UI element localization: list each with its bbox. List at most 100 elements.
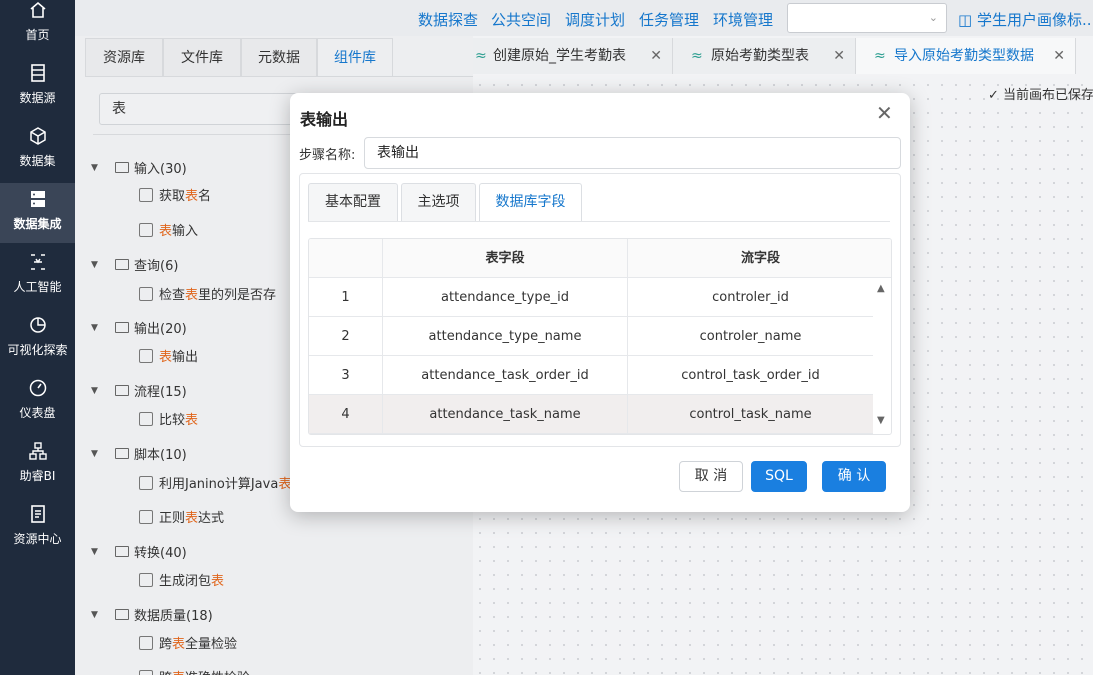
tree-leaf-text: 获取	[159, 189, 186, 204]
tree-leaf-text: 准确性检验	[185, 667, 250, 675]
tree-leaf[interactable]: 利用Janino计算Java 表	[139, 473, 291, 492]
cell-stream-field[interactable]: controler_id	[628, 278, 873, 317]
tab-main-options[interactable]: 主选项	[401, 183, 476, 222]
cell-stream-field[interactable]: controler_name	[628, 317, 873, 356]
tab-basic-config[interactable]: 基本配置	[308, 183, 398, 222]
search-highlight: 表	[185, 511, 199, 526]
caret-down-icon[interactable]: ▼	[91, 547, 105, 557]
editor-tab[interactable]: ≈ 创建原始_学生考勤表 ✕	[473, 38, 673, 74]
nav-item-bi[interactable]: 助睿BI	[0, 441, 75, 501]
tree-leaf-text: 正则	[159, 511, 186, 526]
nav-item-datasource[interactable]: 数据源	[0, 63, 75, 123]
cell-index: 2	[309, 317, 383, 356]
menu-schedule[interactable]: 调度计划	[565, 9, 625, 30]
tree-leaf[interactable]: 生成闭包 表	[139, 570, 224, 589]
scroll-up-icon[interactable]: ▲	[877, 283, 885, 294]
nav-item-home[interactable]: 首页	[0, 0, 75, 60]
nav-item-ai[interactable]: 人工智能	[0, 252, 75, 312]
database-icon	[30, 64, 45, 82]
confirm-button[interactable]: 确 认	[822, 461, 886, 492]
close-icon[interactable]: ✕	[1053, 38, 1065, 74]
tree-leaf[interactable]: 获取 表 名	[139, 185, 211, 204]
tab-file-library[interactable]: 文件库	[163, 38, 241, 76]
menu-data-explore[interactable]: 数据探查	[418, 9, 478, 30]
component-icon	[139, 286, 153, 301]
tree-leaf[interactable]: 正则 表 达式	[139, 507, 224, 526]
flow-icon: ≈	[475, 48, 487, 64]
step-name-input[interactable]: 表输出	[364, 137, 901, 169]
close-icon[interactable]: ✕	[650, 38, 662, 74]
nav-label: 人工智能	[13, 280, 62, 294]
caret-down-icon[interactable]: ▼	[91, 386, 105, 396]
cell-table-field[interactable]: attendance_task_order_id	[383, 356, 628, 395]
table-row[interactable]: 1 attendance_type_id controler_id	[309, 278, 873, 317]
menu-public-space[interactable]: 公共空间	[491, 9, 551, 30]
caret-down-icon[interactable]: ▼	[91, 449, 105, 459]
close-icon[interactable]: ✕	[833, 38, 845, 74]
sql-button[interactable]: SQL	[751, 461, 807, 492]
tree-leaf-text: 跨	[159, 667, 172, 675]
cell-stream-field[interactable]: control_task_order_id	[628, 356, 873, 395]
nav-item-resource-center[interactable]: 资源中心	[0, 504, 75, 564]
tree-group[interactable]: ▼ 流程(15)	[91, 381, 187, 400]
tab-component-library[interactable]: 组件库	[317, 38, 393, 76]
tree-leaf-text: 输出	[172, 350, 199, 365]
nav-item-data-integration[interactable]: 数据集成	[0, 183, 75, 243]
nav-item-dashboard[interactable]: 仪表盘	[0, 378, 75, 438]
search-highlight: 表	[172, 667, 185, 675]
tree-leaf-text: 全量检验	[185, 637, 238, 652]
tab-database-fields[interactable]: 数据库字段	[479, 183, 582, 222]
tree-leaf-text: 名	[198, 189, 212, 204]
tree-leaf[interactable]: 跨 表 准确性检验	[139, 667, 250, 675]
cell-stream-field[interactable]: control_task_name	[628, 395, 873, 434]
search-highlight: 表	[159, 350, 173, 365]
tree-group[interactable]: ▼ 输出(20)	[91, 318, 187, 337]
project-label[interactable]: ◫ 学生用户画像标...	[958, 9, 1093, 30]
pie-chart-icon	[29, 317, 46, 333]
tree-leaf[interactable]: 表 输入	[139, 220, 198, 239]
scroll-down-icon[interactable]: ▼	[877, 415, 885, 426]
cell-table-field[interactable]: attendance_task_name	[383, 395, 628, 434]
tree-leaf[interactable]: 表 输出	[139, 346, 198, 365]
caret-down-icon[interactable]: ▼	[91, 163, 105, 173]
component-icon	[139, 475, 153, 490]
table-row[interactable]: 3 attendance_task_order_id control_task_or…	[309, 356, 873, 395]
cell-table-field[interactable]: attendance_type_name	[383, 317, 628, 356]
caret-down-icon[interactable]: ▼	[91, 260, 105, 270]
tree-leaf[interactable]: 比较 表	[139, 409, 198, 428]
menu-environment[interactable]: 环境管理	[713, 9, 773, 30]
document-icon	[30, 505, 45, 523]
chevron-down-icon: ⌄	[928, 11, 938, 24]
editor-tab-label: 原始考勤类型表	[711, 48, 809, 64]
nav-item-visual-explore[interactable]: 可视化探索	[0, 315, 75, 375]
tree-group[interactable]: ▼ 转换(40)	[91, 542, 187, 561]
editor-tab[interactable]: ≈ 原始考勤类型表 ✕	[673, 38, 856, 74]
search-highlight: 表	[185, 413, 199, 428]
tree-leaf[interactable]: 检查 表 里的列是否存	[139, 284, 276, 303]
tree-leaf[interactable]: 跨 表 全量检验	[139, 633, 237, 652]
tree-group[interactable]: ▼ 脚本(10)	[91, 444, 187, 463]
nav-item-dataset[interactable]: 数据集	[0, 126, 75, 186]
folder-icon	[115, 448, 129, 459]
tree-group[interactable]: ▼ 数据质量(18)	[91, 605, 213, 624]
editor-tab-active[interactable]: ≈ 导入原始考勤类型数据 ✕	[856, 38, 1076, 74]
menu-task-management[interactable]: 任务管理	[639, 9, 699, 30]
cell-table-field[interactable]: attendance_type_id	[383, 278, 628, 317]
flow-icon: ≈	[691, 48, 703, 64]
caret-down-icon[interactable]: ▼	[91, 610, 105, 620]
caret-down-icon[interactable]: ▼	[91, 323, 105, 333]
component-icon	[139, 509, 153, 524]
tab-resource-library[interactable]: 资源库	[85, 38, 163, 76]
editor-tabs: ≈ 创建原始_学生考勤表 ✕ ≈ 原始考勤类型表 ✕ ≈ 导入原始考勤类型数据 …	[473, 36, 1093, 76]
tree-group[interactable]: ▼ 输入(30)	[91, 158, 187, 177]
nav-label: 资源中心	[13, 532, 62, 546]
table-row[interactable]: 4 attendance_task_name control_task_name	[309, 395, 873, 434]
table-row[interactable]: 2 attendance_type_name controler_name	[309, 317, 873, 356]
tree-group[interactable]: ▼ 查询(6)	[91, 255, 178, 274]
close-icon[interactable]: ✕	[876, 103, 893, 123]
cancel-button[interactable]: 取 消	[679, 461, 743, 492]
tab-metadata[interactable]: 元数据	[241, 38, 317, 76]
project-select[interactable]: ⌄	[787, 3, 947, 33]
tree-leaf-text: 利用Janino计算Java	[159, 477, 279, 492]
field-mapping-table: 表字段 流字段 1 attendance_type_id controler_id 2…	[308, 238, 892, 435]
